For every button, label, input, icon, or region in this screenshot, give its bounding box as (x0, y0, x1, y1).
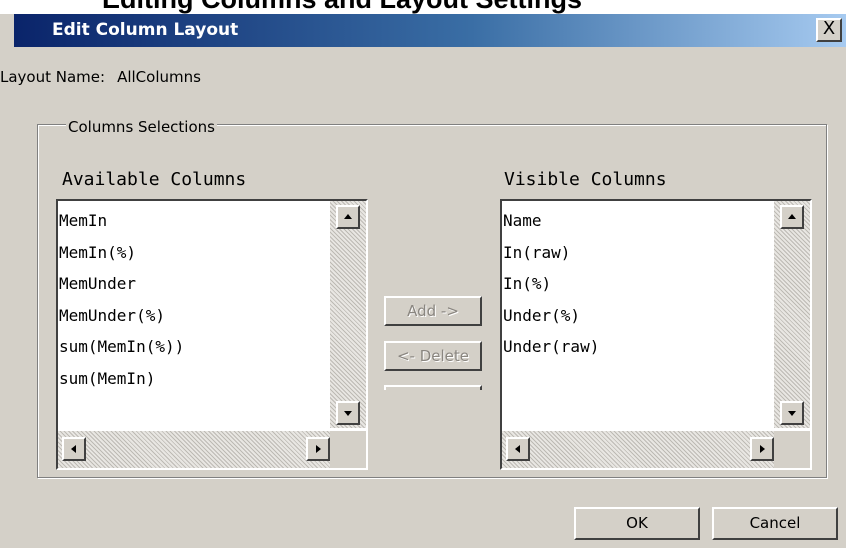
available-columns-list[interactable]: MemIn MemIn(%) MemUnder MemUnder(%) sum(… (56, 199, 368, 470)
scroll-down-button[interactable] (780, 401, 804, 425)
list-item[interactable]: sum(MemIn) (58, 363, 330, 395)
scroll-up-button[interactable] (780, 205, 804, 229)
scroll-down-button[interactable] (336, 401, 360, 425)
scroll-up-button[interactable] (336, 205, 360, 229)
arrow-down-icon (788, 411, 796, 416)
available-vertical-scrollbar[interactable] (330, 201, 366, 428)
list-item[interactable]: In(raw) (502, 237, 774, 269)
delete-column-label: <- Delete (396, 347, 470, 365)
scroll-left-button[interactable] (506, 437, 530, 461)
visible-vertical-scrollbar[interactable] (774, 201, 810, 428)
add-column-label: Add -> (407, 302, 459, 320)
available-columns-heading: Available Columns (62, 169, 247, 190)
visible-horizontal-scrollbar[interactable] (502, 431, 774, 468)
arrow-up-icon (344, 214, 352, 219)
list-item[interactable]: Under(%) (502, 300, 774, 332)
arrow-right-icon (760, 445, 765, 453)
close-button[interactable]: X (816, 18, 842, 42)
scrollbar-corner (774, 431, 810, 468)
dialog-title: Edit Column Layout (52, 20, 239, 40)
ok-button[interactable]: OK (574, 507, 700, 540)
visible-columns-list[interactable]: Name In(raw) In(%) Under(%) Under(raw) (500, 199, 812, 470)
cancel-label: Cancel (749, 514, 801, 532)
move-column-button[interactable] (384, 385, 482, 390)
scrollbar-corner (330, 431, 366, 468)
arrow-left-icon (71, 445, 76, 453)
list-item[interactable]: MemUnder (58, 268, 330, 300)
scroll-right-button[interactable] (306, 437, 330, 461)
ok-label: OK (626, 514, 648, 532)
delete-column-button[interactable]: <- Delete (384, 341, 482, 371)
list-item[interactable]: In(%) (502, 268, 774, 300)
layout-name-label: Layout Name: (0, 68, 106, 86)
arrow-down-icon (344, 411, 352, 416)
list-item[interactable]: MemIn(%) (58, 237, 330, 269)
arrow-up-icon (788, 214, 796, 219)
arrow-left-icon (515, 445, 520, 453)
add-column-button[interactable]: Add -> (384, 296, 482, 326)
columns-selections-legend: Columns Selections (66, 118, 217, 136)
scroll-left-button[interactable] (62, 437, 86, 461)
arrow-right-icon (316, 445, 321, 453)
list-item[interactable]: Name (502, 205, 774, 237)
list-item[interactable]: Under(raw) (502, 331, 774, 363)
list-item[interactable]: sum(MemIn(%)) (58, 331, 330, 363)
scroll-right-button[interactable] (750, 437, 774, 461)
layout-name-row: Layout Name: AllColumns (0, 68, 201, 86)
page-header-text: Editing Columns and Layout Settings (102, 0, 582, 14)
available-horizontal-scrollbar[interactable] (58, 431, 330, 468)
list-item[interactable]: MemUnder(%) (58, 300, 330, 332)
layout-name-value: AllColumns (117, 68, 201, 86)
dialog-title-bar[interactable]: Edit Column Layout X (14, 14, 846, 47)
page-header-fragment: Editing Columns and Layout Settings (0, 0, 846, 14)
close-icon: X (822, 18, 836, 39)
visible-columns-heading: Visible Columns (504, 169, 667, 190)
list-item[interactable]: MemIn (58, 205, 330, 237)
edit-column-layout-dialog: Edit Column Layout X Layout Name: AllColu… (0, 14, 846, 548)
cancel-button[interactable]: Cancel (712, 507, 838, 540)
